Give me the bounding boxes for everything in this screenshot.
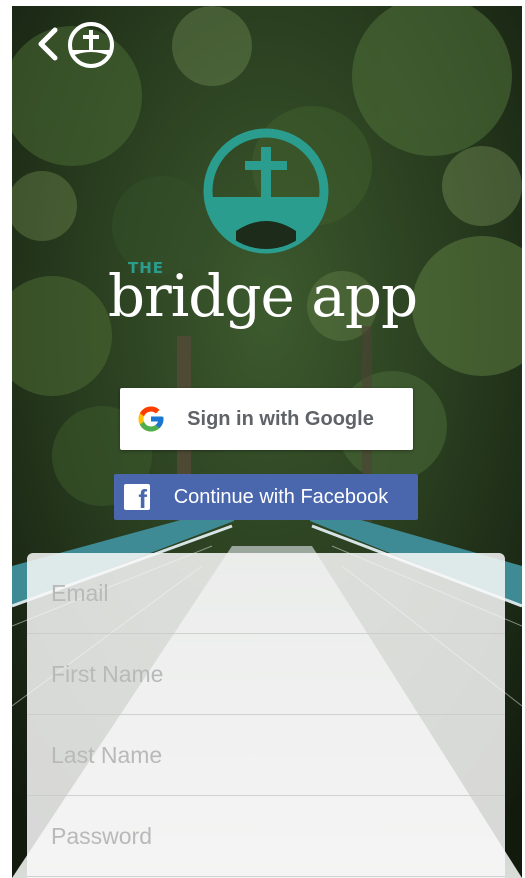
password-field[interactable] (27, 796, 505, 876)
brand-name: bridge app (107, 262, 418, 330)
signup-screen: THE bridge app Sign in with Google f Con… (0, 0, 525, 878)
facebook-button-label: Continue with Facebook (173, 485, 389, 508)
email-field-row (27, 553, 505, 634)
google-g-icon (138, 406, 164, 432)
first-name-field[interactable] (27, 634, 505, 714)
first-name-field-row (27, 634, 505, 715)
password-field-row (27, 796, 505, 877)
google-sign-in-button[interactable]: Sign in with Google (120, 388, 413, 450)
chevron-left-icon (38, 27, 58, 61)
email-field[interactable] (27, 553, 505, 633)
back-button[interactable] (30, 22, 66, 66)
facebook-f-icon: f (124, 484, 150, 512)
cross-bridge-logo-icon (68, 22, 114, 68)
google-button-label: Sign in with Google (187, 407, 374, 430)
signup-form (27, 553, 505, 878)
facebook-continue-button[interactable]: f Continue with Facebook (114, 474, 418, 520)
last-name-field-row (27, 715, 505, 796)
main-logo-icon (203, 128, 329, 254)
last-name-field[interactable] (27, 715, 505, 795)
